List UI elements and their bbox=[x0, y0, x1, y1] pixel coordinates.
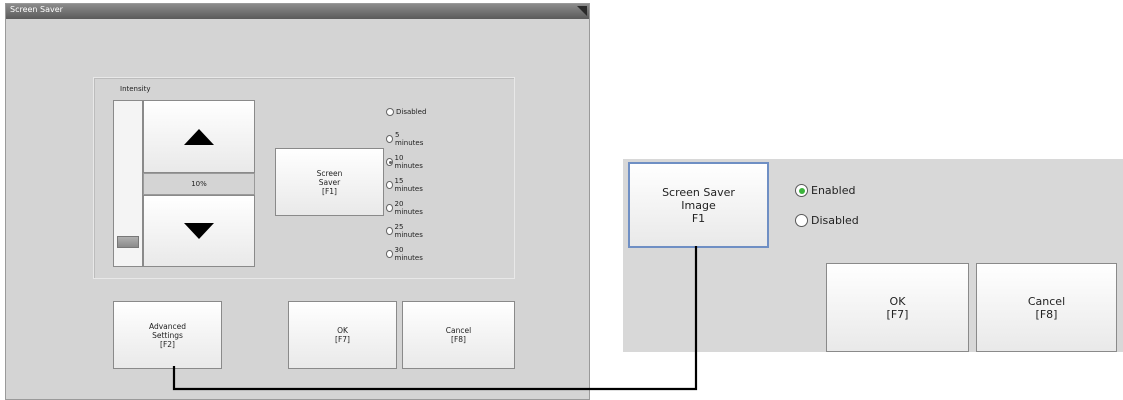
connector-line bbox=[172, 246, 698, 391]
